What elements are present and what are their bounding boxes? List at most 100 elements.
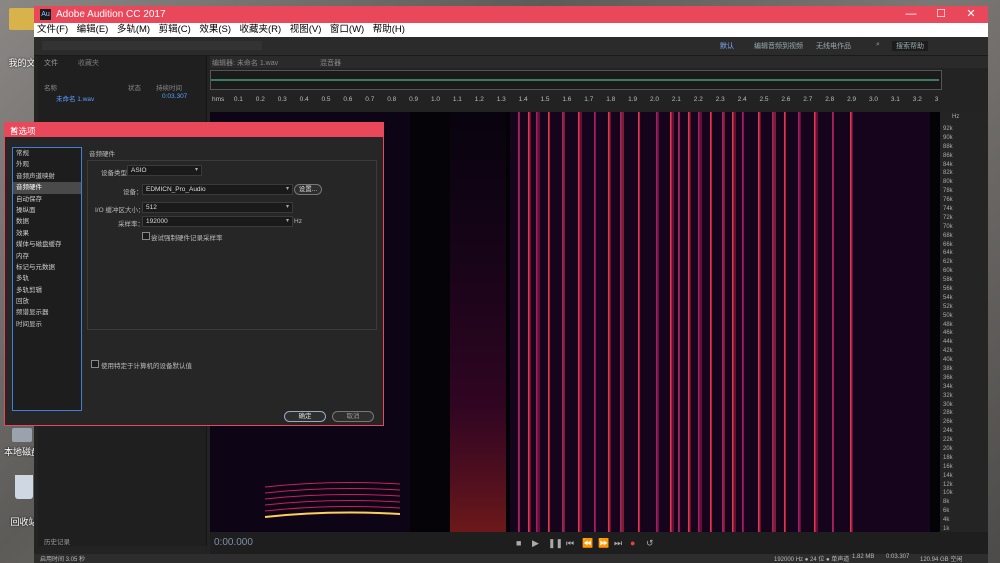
pause-icon[interactable]: ❚❚ — [548, 538, 563, 549]
category-item[interactable]: 频谱显示器 — [13, 307, 81, 318]
search-help-input[interactable]: 搜索帮助 — [892, 41, 928, 51]
tab-editor[interactable]: 编辑器: 未命名 1.wav — [212, 58, 278, 68]
menu-edit[interactable]: 编辑(E) — [74, 23, 112, 37]
menu-window[interactable]: 窗口(W) — [327, 23, 367, 37]
ruler-tick-label: 2.9 — [847, 96, 857, 103]
tab-mixer[interactable]: 混音器 — [320, 58, 341, 68]
close-icon[interactable]: ✕ — [10, 125, 379, 136]
category-item[interactable]: 常规 — [13, 148, 81, 159]
loop-icon[interactable]: ↺ — [646, 538, 654, 549]
category-item[interactable]: 媒体与磁盘缓存 — [13, 239, 81, 250]
category-item[interactable]: 音频声道映射 — [13, 171, 81, 182]
category-list: 常规 外观 音频声道映射 音频硬件 自动保存 操纵面 数据 效果 媒体与磁盘缓存 内存 标记与元数据… — [12, 147, 82, 411]
ruler-tick-label: 2.8 — [825, 96, 835, 103]
tab-files[interactable]: 文件 — [44, 58, 58, 68]
cancel-button[interactable]: 取消 — [332, 411, 374, 422]
menu-favorites[interactable]: 收藏夹(R) — [237, 23, 285, 37]
ok-button[interactable]: 确定 — [284, 411, 326, 422]
device-type-select[interactable]: ASIO ▾ — [127, 165, 202, 176]
menu-file[interactable]: 文件(F) — [34, 23, 71, 37]
frequency-axis: Hz 92k 90k 88k 86k 84k 82k 80k 78k 76k 74k 72k 70k 6… — [940, 112, 988, 532]
sample-rate-select[interactable]: 192000 ▾ — [142, 216, 293, 227]
settings-button[interactable]: 设置... — [294, 184, 322, 195]
column-status: 状态 — [128, 85, 141, 92]
category-item[interactable]: 自动保存 — [13, 194, 81, 205]
category-item[interactable]: 外观 — [13, 159, 81, 170]
hz-label: 28k — [943, 410, 953, 417]
play-icon[interactable]: ▶ — [532, 538, 539, 549]
menu-multitrack[interactable]: 多轨(M) — [114, 23, 153, 37]
audition-logo-icon: Au — [40, 9, 51, 20]
menu-bar: 文件(F) 编辑(E) 多轨(M) 剪辑(C) 效果(S) 收藏夹(R) 视图(… — [34, 23, 988, 37]
title-bar[interactable]: Au Adobe Audition CC 2017 — ☐ ✕ — [34, 6, 988, 23]
ruler-tick-label: 0.4 — [299, 96, 309, 103]
chevron-down-icon: ▾ — [194, 167, 198, 173]
category-item[interactable]: 回放 — [13, 296, 81, 307]
fast-forward-icon[interactable]: ⏩ — [598, 538, 609, 549]
column-duration: 持续时间 — [156, 85, 182, 92]
menu-clip[interactable]: 剪辑(C) — [156, 23, 194, 37]
minimize-button[interactable]: — — [896, 6, 926, 23]
ruler-tick-label: 2.5 — [759, 96, 769, 103]
force-samplerate-checkbox[interactable] — [142, 232, 150, 240]
editor-tabs: 编辑器: 未命名 1.wav 混音器 — [210, 56, 988, 68]
category-item[interactable]: 标记与元数据 — [13, 262, 81, 273]
ruler-tick-label: 1.7 — [584, 96, 594, 103]
ruler-tick-label: 0.6 — [343, 96, 353, 103]
device-select[interactable]: EDMICN_Pro_Audio ▾ — [142, 184, 293, 195]
search-icon: ⌕ — [876, 41, 880, 48]
hz-label: 78k — [943, 188, 953, 195]
hz-label: 50k — [943, 312, 953, 319]
hz-label: 12k — [943, 481, 953, 488]
close-button[interactable]: ✕ — [956, 6, 986, 23]
buffer-size-select[interactable]: 512 ▾ — [142, 202, 293, 213]
stop-icon[interactable]: ■ — [516, 538, 521, 548]
file-row[interactable]: 未命名 1.wav 0:03.307 — [38, 93, 206, 103]
column-name: 名称 — [44, 85, 57, 92]
workspace-radio[interactable]: 无线电作品 — [816, 41, 851, 51]
ruler-tick-label: 1.3 — [496, 96, 506, 103]
ruler-tick-label: 3.2 — [912, 96, 922, 103]
tool-buttons[interactable] — [42, 41, 262, 50]
recycle-bin-icon — [15, 475, 33, 499]
skip-start-icon[interactable]: ⏮ — [566, 538, 574, 549]
ruler-tick-label: 1.4 — [518, 96, 528, 103]
history-tab[interactable]: 历史记录 — [44, 536, 70, 546]
workspace-default[interactable]: 默认 — [720, 41, 734, 51]
category-item[interactable]: 多轨 — [13, 273, 81, 284]
category-item[interactable]: 多轨剪辑 — [13, 285, 81, 296]
hz-label: 24k — [943, 428, 953, 435]
waveform-overview[interactable] — [210, 70, 942, 90]
category-item[interactable]: 内存 — [13, 251, 81, 262]
chevron-down-icon: ▾ — [285, 204, 289, 210]
record-icon[interactable]: ● — [630, 538, 635, 548]
hz-label: 52k — [943, 303, 953, 310]
category-item[interactable]: 音频硬件 — [13, 182, 81, 194]
category-item[interactable]: 时间显示 — [13, 319, 81, 330]
menu-help[interactable]: 帮助(H) — [370, 23, 408, 37]
window-title: Adobe Audition CC 2017 — [56, 9, 166, 20]
tab-favorites[interactable]: 收藏夹 — [78, 58, 99, 68]
ruler-tick-label: 1.0 — [431, 96, 441, 103]
hz-label: 84k — [943, 161, 953, 168]
hz-label: 80k — [943, 179, 953, 186]
menu-effects[interactable]: 效果(S) — [196, 23, 234, 37]
hz-label: 4k — [943, 517, 950, 524]
category-item[interactable]: 操纵面 — [13, 205, 81, 216]
ruler-tick-label: 0.9 — [409, 96, 419, 103]
rewind-icon[interactable]: ⏪ — [582, 538, 593, 549]
machine-default-checkbox[interactable] — [91, 360, 99, 368]
preferences-dialog: 首选项 ✕ 常规 外观 音频声道映射 音频硬件 自动保存 操纵面 数据 效果 媒体与磁盘缓存 内存… — [4, 122, 384, 426]
dialog-title-bar[interactable]: 首选项 ✕ — [5, 123, 383, 137]
buffer-size-value: 512 — [146, 204, 157, 211]
category-item[interactable]: 数据 — [13, 216, 81, 227]
workspace-edit-video[interactable]: 编辑音频到视频 — [754, 41, 803, 51]
menu-view[interactable]: 视图(V) — [287, 23, 325, 37]
skip-end-icon[interactable]: ⏭ — [614, 538, 622, 549]
maximize-button[interactable]: ☐ — [926, 6, 956, 23]
sample-rate-value: 192000 — [146, 218, 168, 225]
status-size: 1.82 MB — [852, 554, 875, 560]
time-ruler[interactable]: hms 0.1 0.2 0.3 0.4 0.5 0.6 0.7 0.8 0.9 1.0 1.1 1.2 1… — [210, 94, 940, 112]
category-item[interactable]: 效果 — [13, 228, 81, 239]
ruler-tick-label: 3.0 — [869, 96, 879, 103]
